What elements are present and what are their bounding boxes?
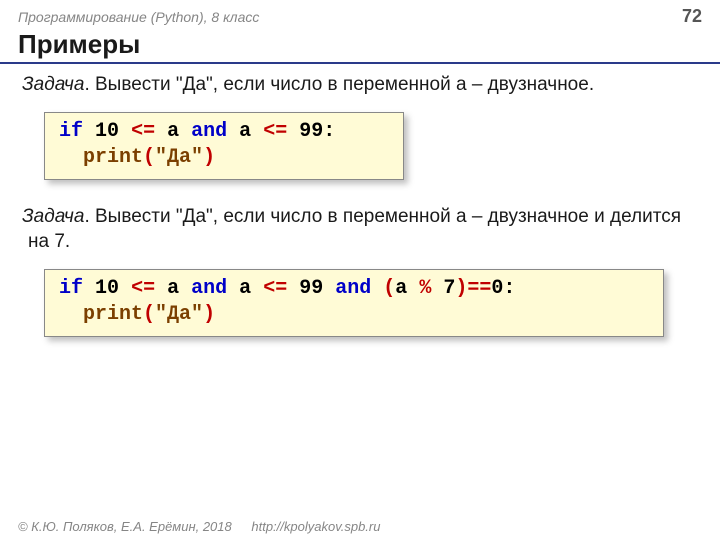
code-token: and <box>335 277 371 300</box>
code-token: <= <box>131 120 155 143</box>
code-token: and <box>191 277 227 300</box>
code-token: ) <box>455 277 467 300</box>
code-token: a <box>239 120 251 143</box>
code-token: ( <box>383 277 395 300</box>
task-label: Задача <box>22 74 84 95</box>
code-token: 10 <box>95 277 119 300</box>
page-title: Примеры <box>0 29 720 64</box>
task-text: . Вывести "Да", если число в переменной … <box>28 206 681 253</box>
code-token: and <box>191 120 227 143</box>
task-2: Задача. Вывести "Да", если число в перем… <box>22 204 698 255</box>
course-header: Программирование (Python), 8 класс 72 <box>0 0 720 29</box>
code-block-2: if 10 <= a and a <= 99 and (a % 7)==0: p… <box>44 269 664 337</box>
code-token: 0 <box>491 277 503 300</box>
code-token: ( <box>143 303 155 326</box>
footer-url: http://kpolyakov.spb.ru <box>251 519 380 534</box>
code-token: a <box>395 277 407 300</box>
code-token: if <box>59 277 83 300</box>
code-token: a <box>239 277 251 300</box>
code-token: <= <box>263 277 287 300</box>
code-token: if <box>59 120 83 143</box>
code-token <box>59 146 83 169</box>
page-number: 72 <box>682 6 702 27</box>
task-label: Задача <box>22 206 84 227</box>
code-token: <= <box>131 277 155 300</box>
code-token: % <box>419 277 431 300</box>
code-token: print <box>83 303 143 326</box>
content: Задача. Вывести "Да", если число в перем… <box>0 72 720 361</box>
code-token: ) <box>203 303 215 326</box>
footer: © К.Ю. Поляков, Е.А. Ерёмин, 2018 http:/… <box>18 519 380 534</box>
code-token: "Да" <box>155 303 203 326</box>
code-token: ) <box>203 146 215 169</box>
code-token: : <box>503 277 515 300</box>
copyright: © К.Ю. Поляков, Е.А. Ерёмин, 2018 <box>18 519 232 534</box>
course-title: Программирование (Python), 8 класс <box>18 9 259 25</box>
code-token: "Да" <box>155 146 203 169</box>
code-token: == <box>467 277 491 300</box>
code-token: 99 <box>299 277 323 300</box>
code-token <box>59 303 83 326</box>
code-token: 10 <box>95 120 119 143</box>
code-token: a <box>167 277 179 300</box>
code-token: <= <box>263 120 287 143</box>
code-token: 7 <box>443 277 455 300</box>
task-1: Задача. Вывести "Да", если число в перем… <box>22 72 698 98</box>
code-token: a <box>167 120 179 143</box>
code-token: ( <box>143 146 155 169</box>
code-token: 99 <box>299 120 323 143</box>
code-token: : <box>323 120 335 143</box>
task-text: . Вывести "Да", если число в переменной … <box>84 74 594 95</box>
code-token: print <box>83 146 143 169</box>
code-block-1: if 10 <= a and a <= 99: print("Да") <box>44 112 404 180</box>
